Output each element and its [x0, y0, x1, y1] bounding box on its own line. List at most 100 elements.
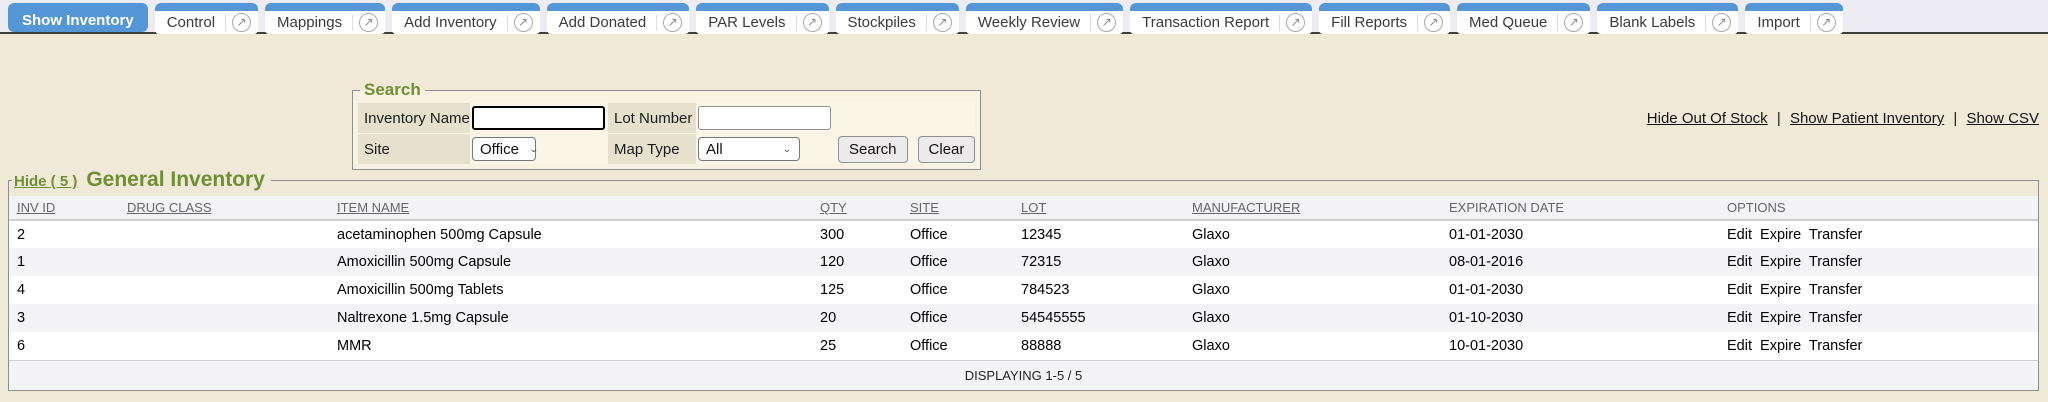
- cell-qty: 120: [812, 248, 902, 276]
- tab-add-inventory[interactable]: Add Inventory ↗: [392, 3, 540, 34]
- expire-link[interactable]: Expire: [1760, 310, 1801, 326]
- edit-link[interactable]: Edit: [1727, 310, 1752, 326]
- open-new-window-icon[interactable]: ↗: [933, 13, 952, 32]
- cell-expiration: 10-01-2030: [1441, 332, 1719, 360]
- transfer-link[interactable]: Transfer: [1809, 227, 1862, 243]
- table-row: 6 MMR 25 Office 88888 Glaxo 10-01-2030 E…: [9, 332, 2038, 360]
- map-type-select-value: All: [706, 141, 723, 158]
- tab-divider: [656, 14, 657, 31]
- transfer-link[interactable]: Transfer: [1809, 310, 1862, 326]
- tab-cap: [966, 3, 1123, 11]
- table-header-row: INV ID DRUG CLASS ITEM NAME QTY SITE LOT…: [9, 196, 2038, 220]
- cell-inv-id: 2: [9, 220, 119, 248]
- tab-label: Weekly Review: [978, 14, 1080, 31]
- tab-label: Fill Reports: [1331, 14, 1407, 31]
- hide-out-of-stock-link[interactable]: Hide Out Of Stock: [1647, 110, 1768, 127]
- tab-label: Control: [167, 14, 215, 31]
- cell-manufacturer: Glaxo: [1184, 304, 1441, 332]
- tab-fill-reports[interactable]: Fill Reports ↗: [1319, 3, 1450, 34]
- map-type-label: Map Type: [608, 134, 696, 164]
- cell-site: Office: [902, 332, 1013, 360]
- edit-link[interactable]: Edit: [1727, 282, 1752, 298]
- cell-options: Edit Expire Transfer: [1719, 332, 2038, 360]
- tab-med-queue[interactable]: Med Queue ↗: [1457, 3, 1590, 34]
- table-row: 3 Naltrexone 1.5mg Capsule 20 Office 545…: [9, 304, 2038, 332]
- tab-label: Transaction Report: [1142, 14, 1269, 31]
- cell-lot: 88888: [1013, 332, 1184, 360]
- show-csv-link[interactable]: Show CSV: [1966, 110, 2039, 127]
- tab-par-levels[interactable]: PAR Levels ↗: [696, 3, 828, 34]
- open-new-window-icon[interactable]: ↗: [359, 13, 378, 32]
- cell-site: Office: [902, 248, 1013, 276]
- tab-divider: [1810, 14, 1811, 31]
- transfer-link[interactable]: Transfer: [1809, 338, 1862, 354]
- cell-item-name: Naltrexone 1.5mg Capsule: [329, 304, 812, 332]
- tab-weekly-review[interactable]: Weekly Review ↗: [966, 3, 1123, 34]
- open-new-window-icon[interactable]: ↗: [514, 13, 533, 32]
- site-select[interactable]: Office ⌄: [472, 137, 536, 161]
- open-new-window-icon[interactable]: ↗: [663, 13, 682, 32]
- expire-link[interactable]: Expire: [1760, 282, 1801, 298]
- transfer-link[interactable]: Transfer: [1809, 254, 1862, 270]
- cell-lot: 72315: [1013, 248, 1184, 276]
- search-button[interactable]: Search: [838, 136, 908, 163]
- col-header-manufacturer[interactable]: MANUFACTURER: [1184, 196, 1441, 220]
- edit-link[interactable]: Edit: [1727, 227, 1752, 243]
- open-new-window-icon[interactable]: ↗: [1817, 13, 1836, 32]
- expire-link[interactable]: Expire: [1760, 227, 1801, 243]
- cell-options: Edit Expire Transfer: [1719, 248, 2038, 276]
- cell-qty: 20: [812, 304, 902, 332]
- expire-link[interactable]: Expire: [1760, 254, 1801, 270]
- clear-button[interactable]: Clear: [918, 136, 976, 163]
- cell-options: Edit Expire Transfer: [1719, 304, 2038, 332]
- col-header-qty[interactable]: QTY: [812, 196, 902, 220]
- tab-transaction-report[interactable]: Transaction Report ↗: [1130, 3, 1312, 34]
- tab-label: Stockpiles: [848, 14, 916, 31]
- cell-lot: 54545555: [1013, 304, 1184, 332]
- col-header-lot[interactable]: LOT: [1013, 196, 1184, 220]
- tab-stockpiles[interactable]: Stockpiles ↗: [836, 3, 959, 34]
- site-cell: Office ⌄: [470, 134, 608, 164]
- tab-import[interactable]: Import ↗: [1745, 3, 1843, 34]
- tab-mappings[interactable]: Mappings ↗: [265, 3, 385, 34]
- open-new-window-icon[interactable]: ↗: [1564, 13, 1583, 32]
- col-header-item-name[interactable]: ITEM NAME: [329, 196, 812, 220]
- expire-link[interactable]: Expire: [1760, 338, 1801, 354]
- cell-item-name: Amoxicillin 500mg Capsule: [329, 248, 812, 276]
- show-patient-inventory-link[interactable]: Show Patient Inventory: [1790, 110, 1944, 127]
- chevron-down-icon: ⌄: [782, 143, 792, 154]
- quick-links: Hide Out Of Stock | Show Patient Invento…: [1647, 110, 2039, 127]
- edit-link[interactable]: Edit: [1727, 338, 1752, 354]
- map-type-select[interactable]: All ⌄: [698, 137, 800, 161]
- section-title: General Inventory: [86, 168, 265, 192]
- open-new-window-icon[interactable]: ↗: [1097, 13, 1116, 32]
- tab-cap: [392, 3, 540, 11]
- open-new-window-icon[interactable]: ↗: [803, 13, 822, 32]
- cell-manufacturer: Glaxo: [1184, 332, 1441, 360]
- hide-section-link[interactable]: Hide ( 5 ): [14, 173, 77, 190]
- tab-show-inventory[interactable]: Show Inventory: [8, 3, 148, 32]
- search-panel: Search Inventory Name Lot Number Site Of…: [352, 80, 981, 170]
- transfer-link[interactable]: Transfer: [1809, 282, 1862, 298]
- cell-item-name: acetaminophen 500mg Capsule: [329, 220, 812, 248]
- open-new-window-icon[interactable]: ↗: [1712, 13, 1731, 32]
- tab-divider: [507, 14, 508, 31]
- cell-lot: 784523: [1013, 276, 1184, 304]
- table-row: 4 Amoxicillin 500mg Tablets 125 Office 7…: [9, 276, 2038, 304]
- inventory-table: INV ID DRUG CLASS ITEM NAME QTY SITE LOT…: [9, 196, 2038, 390]
- tab-add-donated[interactable]: Add Donated ↗: [547, 3, 690, 34]
- inventory-name-input[interactable]: [472, 106, 605, 130]
- tab-blank-labels[interactable]: Blank Labels ↗: [1597, 3, 1738, 34]
- open-new-window-icon[interactable]: ↗: [1286, 13, 1305, 32]
- col-header-inv-id[interactable]: INV ID: [9, 196, 119, 220]
- col-header-site[interactable]: SITE: [902, 196, 1013, 220]
- site-label: Site: [358, 134, 470, 164]
- col-header-drug-class[interactable]: DRUG CLASS: [119, 196, 329, 220]
- open-new-window-icon[interactable]: ↗: [1424, 13, 1443, 32]
- cell-manufacturer: Glaxo: [1184, 276, 1441, 304]
- edit-link[interactable]: Edit: [1727, 254, 1752, 270]
- lot-number-input[interactable]: [698, 106, 831, 130]
- tab-divider: [225, 14, 226, 31]
- open-new-window-icon[interactable]: ↗: [232, 13, 251, 32]
- tab-control[interactable]: Control ↗: [155, 3, 258, 34]
